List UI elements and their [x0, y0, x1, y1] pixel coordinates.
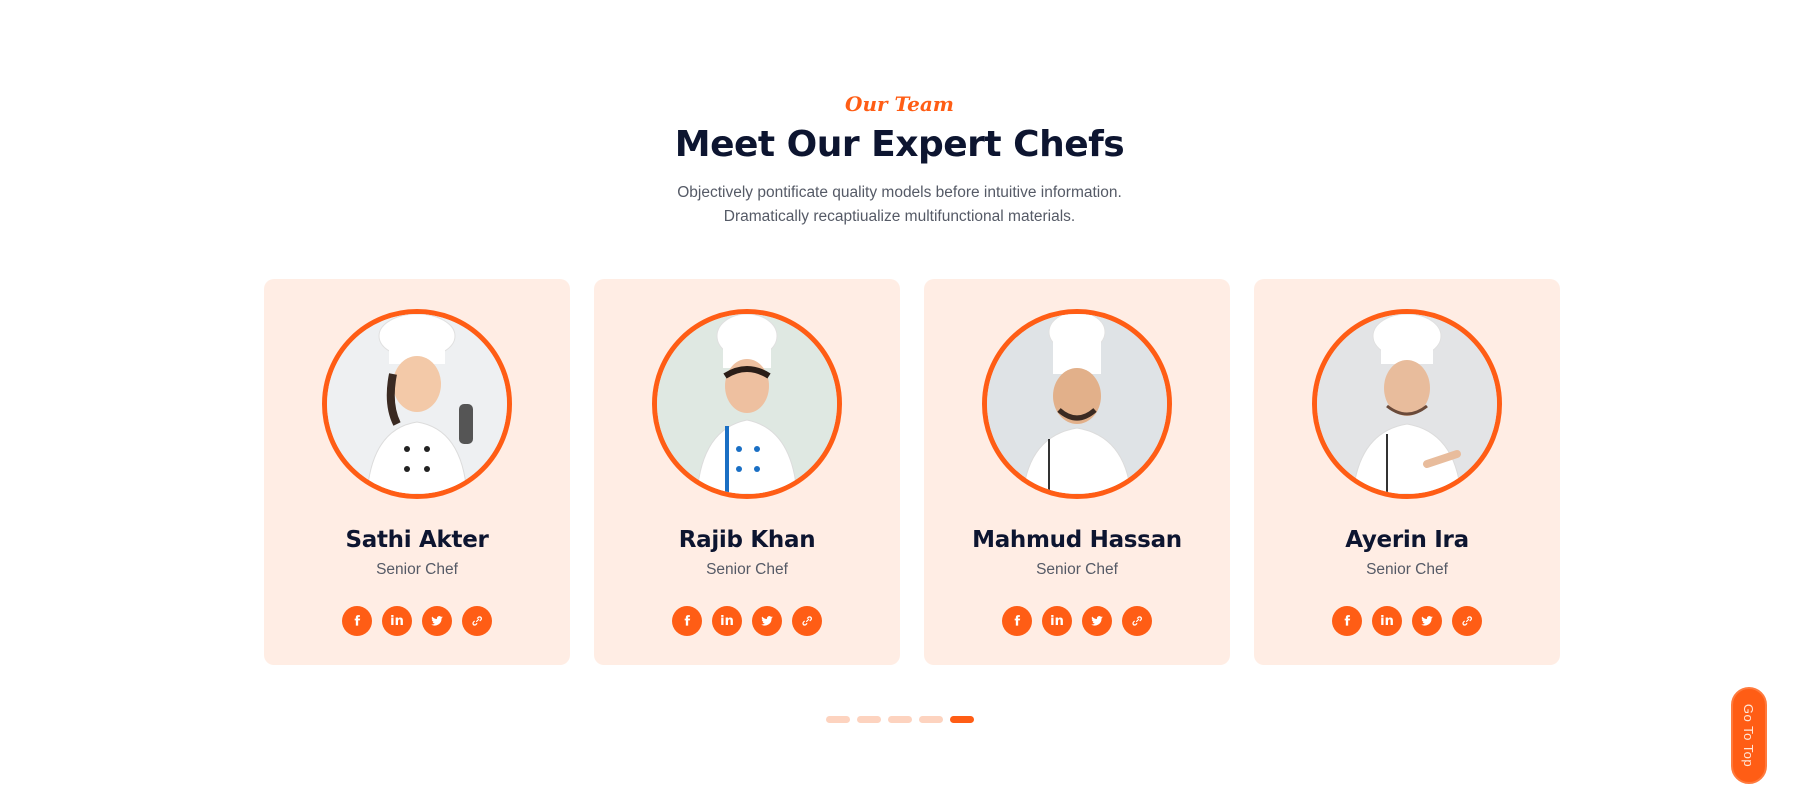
link-icon[interactable] [462, 606, 492, 636]
linkedin-icon[interactable]: in [712, 606, 742, 636]
chef-role: Senior Chef [376, 561, 458, 578]
chef-role: Senior Chef [706, 561, 788, 578]
facebook-icon[interactable] [342, 606, 372, 636]
section-title: Meet Our Expert Chefs [674, 124, 1125, 165]
chef-photo [1312, 309, 1502, 499]
go-to-top-label: Go To Top [1741, 703, 1757, 768]
chef-role: Senior Chef [1036, 561, 1118, 578]
twitter-icon[interactable] [422, 606, 452, 636]
pagination-dot-active[interactable] [949, 716, 974, 723]
link-icon[interactable] [792, 606, 822, 636]
carousel-pagination [0, 716, 1799, 723]
linkedin-icon[interactable]: in [382, 606, 412, 636]
section-subtitle: Objectively pontificate quality models b… [0, 181, 1799, 229]
subtitle-line: Objectively pontificate quality models b… [677, 184, 1122, 201]
chef-photo [652, 309, 842, 499]
facebook-icon[interactable] [672, 606, 702, 636]
chef-carousel: Sathi Akter Senior Chef in Rajib Khan Se… [264, 279, 1560, 665]
chef-role: Senior Chef [1366, 561, 1448, 578]
chef-name: Sathi Akter [345, 527, 489, 553]
chef-photo [322, 309, 512, 499]
linkedin-icon[interactable]: in [1372, 606, 1402, 636]
chef-name: Ayerin Ira [1345, 527, 1469, 553]
chef-social-links: in [264, 606, 570, 636]
pagination-dot[interactable] [856, 716, 881, 723]
team-section: Our Team Meet Our Expert Chefs Objective… [0, 0, 1799, 791]
section-eyebrow: Our Team [845, 92, 954, 116]
chef-social-links: in [1254, 606, 1560, 636]
chef-card: Ayerin Ira Senior Chef in [1254, 279, 1560, 665]
twitter-icon[interactable] [1412, 606, 1442, 636]
twitter-icon[interactable] [752, 606, 782, 636]
chef-card: Sathi Akter Senior Chef in [264, 279, 570, 665]
link-icon[interactable] [1122, 606, 1152, 636]
facebook-icon[interactable] [1002, 606, 1032, 636]
chef-card: Mahmud Hassan Senior Chef in [924, 279, 1230, 665]
pagination-dot[interactable] [887, 716, 912, 723]
go-to-top-button[interactable]: Go To Top [1731, 687, 1767, 784]
link-icon[interactable] [1452, 606, 1482, 636]
chef-card: Rajib Khan Senior Chef in [594, 279, 900, 665]
subtitle-line: Dramatically recaptiualize multifunction… [723, 208, 1076, 225]
chef-social-links: in [924, 606, 1230, 636]
chef-name: Rajib Khan [678, 527, 816, 553]
chef-name: Mahmud Hassan [972, 527, 1182, 553]
chef-social-links: in [594, 606, 900, 636]
pagination-dot[interactable] [918, 716, 943, 723]
chef-photo [982, 309, 1172, 499]
facebook-icon[interactable] [1332, 606, 1362, 636]
twitter-icon[interactable] [1082, 606, 1112, 636]
linkedin-icon[interactable]: in [1042, 606, 1072, 636]
pagination-dot[interactable] [825, 716, 850, 723]
